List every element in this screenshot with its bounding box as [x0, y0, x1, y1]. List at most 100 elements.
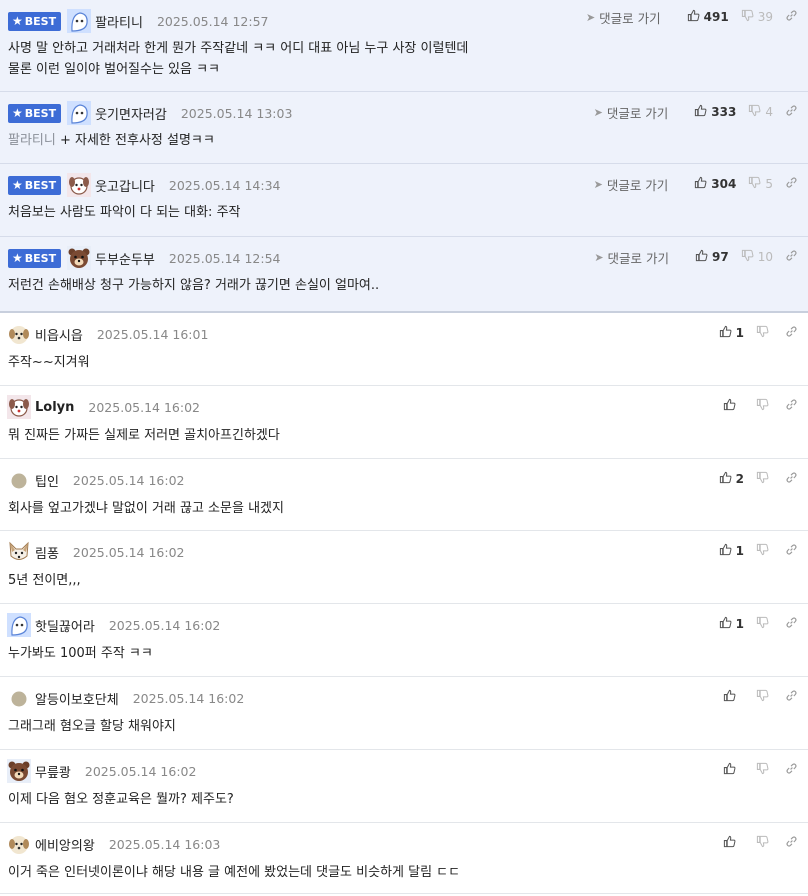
comment-body: 회사를 엎고가겠냐 말없이 거래 끊고 소문을 내겠지	[8, 498, 284, 519]
comment-nickname[interactable]: 무릎쾅	[35, 762, 71, 781]
best-badge: ★ BEST	[8, 103, 62, 123]
copy-link-button[interactable]	[785, 835, 798, 852]
dislike-button[interactable]	[756, 325, 773, 342]
dislike-button[interactable]	[756, 762, 773, 779]
dislike-button[interactable]: 39	[741, 9, 773, 26]
go-to-reply-link[interactable]: ➤ 댓글로 가기	[594, 175, 669, 194]
copy-link-button[interactable]	[785, 104, 798, 121]
comment-time: 2025.05.14 12:57	[156, 13, 269, 29]
link-icon	[786, 104, 797, 116]
like-button[interactable]: 2	[719, 471, 744, 488]
copy-link-button[interactable]	[785, 249, 798, 266]
comment-nickname[interactable]: 웃고갑니다	[95, 176, 155, 195]
dislike-button[interactable]	[756, 616, 773, 633]
link-icon	[786, 616, 797, 628]
dislike-button[interactable]	[756, 398, 773, 415]
thumbs-down-icon	[756, 762, 769, 774]
dislike-button[interactable]: 4	[748, 104, 773, 121]
comment-header: 에비앙의왕 2025.05.14 16:03	[7, 832, 220, 856]
copy-link-button[interactable]	[785, 762, 798, 779]
link-icon	[786, 325, 797, 337]
copy-link-button[interactable]	[785, 616, 798, 633]
ghost-face-icon	[67, 9, 92, 33]
copy-link-button[interactable]	[785, 325, 798, 342]
comment-time: 2025.05.14 16:02	[88, 399, 200, 415]
dot-avatar-icon	[11, 473, 27, 489]
comment-time: 2025.05.14 16:01	[96, 326, 209, 342]
comment-body: 이거 죽은 인터넷이론이냐 해당 내용 글 예전에 봤었는데 댓글도 비슷하게 …	[8, 862, 460, 883]
dislike-button[interactable]	[756, 543, 773, 560]
dislike-button[interactable]	[756, 835, 773, 852]
copy-link-button[interactable]	[785, 398, 798, 415]
thumbs-up-icon	[723, 762, 736, 774]
thumbs-down-icon	[756, 471, 769, 483]
like-button[interactable]	[723, 689, 744, 706]
copy-link-button[interactable]	[785, 471, 798, 488]
comment-text: 누가봐도 100퍼 주작 ㅋㅋ	[8, 646, 153, 661]
comment: Lolyn 2025.05.14 16:02 뭐 진짜든 가짜든 실제로 저러면 골…	[0, 386, 808, 459]
comment-line: 저런건 손해배상 청구 가능하지 않음? 거래가 끊기면 손실이 얼마여..	[8, 275, 379, 296]
comment-actions	[711, 834, 798, 852]
comment: 핫딜끊어라 2025.05.14 16:02 1 누가봐도 100퍼 주작 ㅋㅋ	[0, 604, 808, 677]
comment-nickname[interactable]: 에비앙의왕	[35, 835, 95, 854]
copy-link-button[interactable]	[785, 543, 798, 560]
reply-mention[interactable]: 팔라티니	[8, 133, 56, 148]
comment-nickname[interactable]: 림퐁	[35, 543, 59, 562]
comment-actions	[711, 688, 798, 706]
like-button[interactable]: 97	[695, 249, 729, 266]
like-button[interactable]	[723, 835, 744, 852]
comment-line: 팔라티니 + 자세한 전후사정 설명ㅋㅋ	[8, 130, 215, 151]
comment-time: 2025.05.14 16:02	[72, 544, 185, 560]
thumbs-up-icon	[695, 176, 707, 188]
comment-nickname[interactable]: 팁인	[35, 471, 59, 490]
comment-body: 누가봐도 100퍼 주작 ㅋㅋ	[8, 643, 153, 664]
like-button[interactable]: 1	[719, 325, 744, 342]
comment-nickname[interactable]: 팔라티니	[95, 12, 143, 31]
paper-plane-icon: ➤	[585, 10, 596, 24]
comment-nickname[interactable]: 알등이보호단체	[35, 689, 119, 708]
dislike-button[interactable]	[756, 689, 773, 706]
dislike-button[interactable]: 10	[741, 249, 773, 266]
like-button[interactable]: 491	[687, 9, 729, 26]
comment-nickname[interactable]: 비읍시읍	[35, 325, 83, 344]
star-icon: ★	[12, 251, 23, 265]
comment-header: ★ BEST 두부순두부 2025.05.14 12:54	[8, 246, 280, 270]
comment-nickname[interactable]: 두부순두부	[95, 249, 155, 268]
like-button[interactable]	[723, 398, 744, 415]
comment-actions: ➤ 댓글로 가기 97 10	[594, 248, 798, 266]
thumbs-down-icon	[756, 543, 769, 555]
comment-time: 2025.05.14 16:02	[84, 763, 197, 779]
like-button[interactable]	[723, 762, 744, 779]
comment-text: 이거 죽은 인터넷이론이냐 해당 내용 글 예전에 봤었는데 댓글도 비슷하게 …	[8, 865, 461, 880]
dog-face-icon	[7, 395, 31, 419]
copy-link-button[interactable]	[785, 176, 798, 193]
comment-text: 회사를 엎고가겠냐 말없이 거래 끊고 소문을 내겠지	[8, 501, 284, 516]
copy-link-button[interactable]	[785, 689, 798, 706]
best-comment: ★ BEST 웃고갑니다 2025.05.14 14:34 ➤ 댓글로 가기 304 5 처음보…	[0, 164, 808, 237]
ghost-face-icon	[7, 613, 31, 637]
comment-nickname[interactable]: 웃기면자러감	[95, 104, 167, 123]
comment-nickname[interactable]: Lolyn	[35, 400, 74, 415]
like-button[interactable]: 333	[694, 104, 736, 121]
reply-link-label: 댓글로 가기	[607, 250, 670, 266]
comment-body: 저런건 손해배상 청구 가능하지 않음? 거래가 끊기면 손실이 얼마여..	[8, 275, 379, 296]
go-to-reply-link[interactable]: ➤ 댓글로 가기	[586, 8, 661, 27]
comment-text: 그래그래 혐오글 할당 채워야지	[8, 719, 176, 734]
like-count: 97	[712, 250, 729, 264]
go-to-reply-link[interactable]: ➤ 댓글로 가기	[594, 103, 669, 122]
best-comment: ★ BEST 팔라티니 2025.05.14 12:57 ➤ 댓글로 가기 491 39 사명 …	[0, 0, 808, 92]
like-button[interactable]: 1	[719, 543, 744, 560]
comment-text: 물론 이런 일이야 벌어질수는 있음 ㅋㅋ	[8, 62, 221, 77]
dislike-button[interactable]	[756, 471, 773, 488]
dislike-button[interactable]: 5	[748, 176, 773, 193]
comment-line: 사명 말 안하고 거래처라 한게 뭔가 주작같네 ㅋㅋ 어디 대표 아님 누구 …	[8, 38, 468, 59]
comment-header: 알등이보호단체 2025.05.14 16:02	[7, 686, 244, 710]
comment-nickname[interactable]: 핫딜끊어라	[35, 616, 95, 635]
copy-link-button[interactable]	[785, 9, 798, 26]
best-badge: ★ BEST	[8, 11, 62, 31]
link-icon	[786, 471, 797, 483]
fox-face-icon	[9, 541, 29, 560]
go-to-reply-link[interactable]: ➤ 댓글로 가기	[594, 248, 669, 267]
like-button[interactable]: 1	[719, 616, 744, 633]
like-button[interactable]: 304	[694, 176, 736, 193]
